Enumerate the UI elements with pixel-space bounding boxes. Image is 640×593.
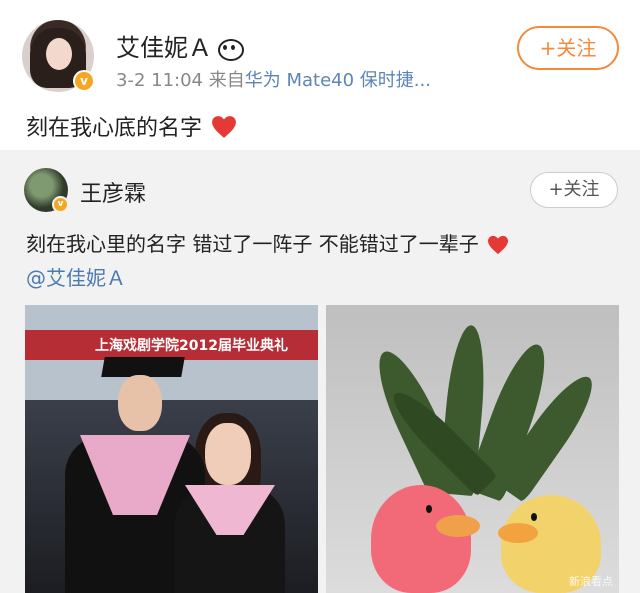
device-link[interactable]: 华为 Mate40 保时捷... [245,70,431,91]
repost-card[interactable]: v 王彦霖 +关注 刻在我心里的名字 错过了一阵子 不能错过了一辈子 @艾佳妮Ａ… [0,150,640,593]
repost-text: 刻在我心里的名字 错过了一阵子 不能错过了一辈子 [26,228,509,257]
follow-button[interactable]: +关注 [517,26,619,70]
post-username[interactable]: 艾佳妮Ａ [116,28,244,63]
repost-follow-button[interactable]: +关注 [530,172,618,208]
verified-badge-icon: v [73,70,95,92]
timestamp: 3-2 11:04 [116,70,203,91]
mention-link[interactable]: @艾佳妮Ａ [26,262,126,291]
panda-icon [216,37,244,61]
main-post: v 艾佳妮Ａ 3-2 11:04 来自华为 Mate40 保时捷... +关注 … [0,0,640,150]
duck-photo[interactable]: 新浪看点 [326,305,619,593]
red-heart-icon [488,235,509,255]
post-meta: 3-2 11:04 来自华为 Mate40 保时捷... [116,66,431,92]
red-duck [371,485,471,593]
graduation-cap [101,357,185,377]
verified-badge-icon: v [52,196,69,213]
post-text: 刻在我心底的名字 [26,110,237,142]
red-heart-icon [212,116,236,138]
repost-text-content: 刻在我心里的名字 错过了一阵子 不能错过了一辈子 [26,232,479,256]
post-text-content: 刻在我心底的名字 [26,116,203,141]
graduation-photo[interactable]: 上海戏剧学院2012届毕业典礼 [25,305,318,593]
banner-text: 上海戏剧学院2012届毕业典礼 [95,338,288,354]
source-prefix: 来自 [208,70,245,91]
repost-username[interactable]: 王彦霖 [80,176,146,208]
username-text: 艾佳妮Ａ [116,34,212,62]
watermark: 新浪看点 [569,575,613,588]
